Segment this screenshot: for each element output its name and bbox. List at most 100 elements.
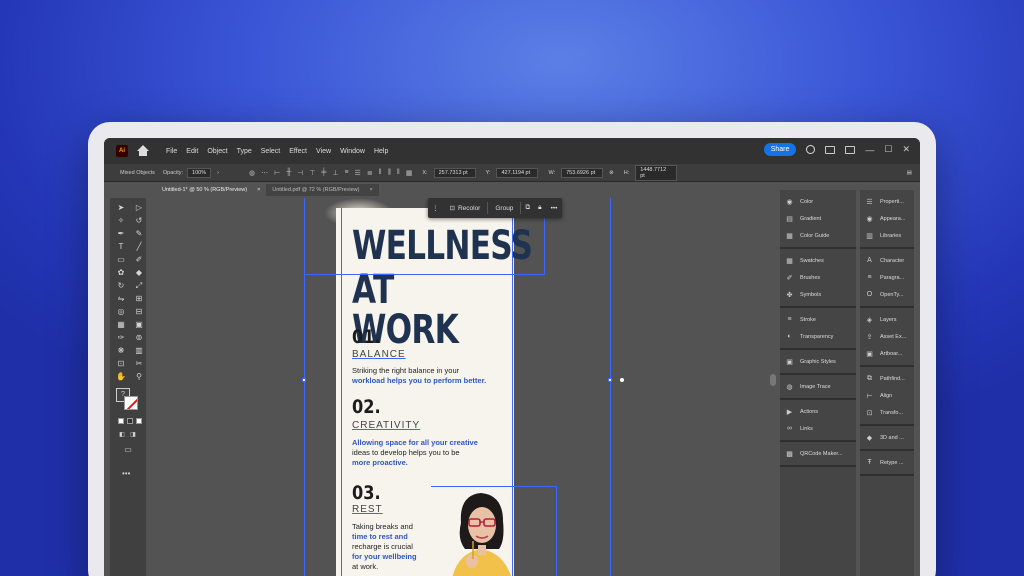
tab-close-icon[interactable]: × [257,187,260,193]
panel-properties[interactable]: ☰ Properti... [860,193,914,210]
distribute-left-icon[interactable]: ‖ [379,169,382,177]
shape-builder-icon[interactable]: ◎ [116,306,126,317]
align-center-icon[interactable]: ╫ [286,169,291,177]
scale-tool-icon[interactable]: ⤢ [134,280,144,291]
panel-links[interactable]: ∞ Links [780,420,856,437]
canvas[interactable]: WELLNESS AT WORK 01. BALANCE Striking th… [156,198,776,576]
opacity-field[interactable]: 100% [187,167,212,178]
panel-actions[interactable]: ▶ Actions [780,403,856,420]
section-title[interactable]: CREATIVITY [352,420,420,431]
menu-object[interactable]: Object [207,148,227,155]
panel-3d[interactable]: ◆ 3D and ... [860,429,914,446]
gradient-swatch[interactable] [127,418,133,424]
panel-opentype[interactable]: O OpenTy... [860,286,914,303]
y-field[interactable]: 427.1194 pt [496,167,539,178]
section-title[interactable]: BALANCE [352,349,406,360]
recolor-icon[interactable]: ◍ [249,169,255,177]
blend-tool-icon[interactable]: ⊚ [134,332,144,343]
menu-help[interactable]: Help [374,148,388,155]
rotate-tool-icon[interactable]: ↻ [116,280,126,291]
panel-appearance[interactable]: ◉ Appeara... [860,210,914,227]
none-swatch[interactable] [136,418,142,424]
stroke-swatch[interactable] [124,396,138,410]
group-button[interactable]: Group [488,198,520,218]
minimize-icon[interactable]: — [865,145,874,155]
draw-behind-icon[interactable]: ◨ [129,430,137,438]
panel-gradient[interactable]: ▤ Gradient [780,210,856,227]
panel-retype[interactable]: Ŧ Retype ... [860,454,914,471]
panel-layers[interactable]: ◈ Layers [860,311,914,328]
slice-tool-icon[interactable]: ✂ [134,358,144,369]
distribute-icon[interactable]: ⋯ [261,169,268,177]
menu-file[interactable]: File [166,148,177,155]
panel-color-guide[interactable]: ▦ Color Guide [780,227,856,244]
section-body[interactable]: Allowing space for all your creative ide… [352,438,502,468]
share-button[interactable]: Share [763,143,797,156]
line-tool-icon[interactable]: ╱ [134,241,144,252]
hand-tool-icon[interactable]: ✋ [116,371,126,382]
section-body[interactable]: Taking breaks and time to rest and recha… [352,522,432,572]
chevron-right-icon[interactable]: › [217,170,219,176]
paintbrush-icon[interactable]: ✐ [134,254,144,265]
panel-graphic-styles[interactable]: ▣ Graphic Styles [780,353,856,370]
menu-edit[interactable]: Edit [186,148,198,155]
menu-select[interactable]: Select [261,148,280,155]
distribute-right-icon[interactable]: ‖ [397,169,400,177]
search-icon[interactable] [806,145,816,154]
section-number[interactable]: 01. [352,326,381,348]
panel-symbols[interactable]: ✤ Symbols [780,286,856,303]
height-field[interactable]: 1448.7712 pt [635,164,678,181]
arrange-documents-icon[interactable] [825,145,836,154]
tab-close-icon[interactable]: × [369,187,372,193]
panel-paragraph[interactable]: ≡ Paragra... [860,269,914,286]
panel-swatches[interactable]: ▦ Swatches [780,252,856,269]
woman-photo[interactable] [431,483,531,576]
panel-align[interactable]: ⊢ Align [860,387,914,404]
align-left-icon[interactable]: ⊢ [274,169,280,177]
pen-tool-icon[interactable]: ✒ [116,228,126,239]
more-options-button[interactable]: ••• [546,198,563,218]
direct-selection-tool-icon[interactable]: ▷ [134,202,144,213]
home-icon[interactable] [136,145,150,157]
selection-handle[interactable] [608,378,612,382]
link-icon[interactable]: ⊗ [609,170,614,176]
section-number[interactable]: 03. [352,482,381,504]
distribute-hcenter-icon[interactable]: ⫼ [388,169,391,177]
panel-libraries[interactable]: ▥ Libraries [860,227,914,244]
panel-artboards[interactable]: ▣ Artboar... [860,345,914,362]
x-field[interactable]: 257.7313 pt [433,167,476,178]
distribute-top-icon[interactable]: ≡ [344,169,348,177]
panel-stroke[interactable]: ≡ Stroke [780,311,856,328]
gradient-tool-icon[interactable]: ▣ [134,319,144,330]
drag-handle-icon[interactable]: ⋮ [428,198,443,218]
panel-options-icon[interactable]: ▤ [907,170,912,176]
column-graph-icon[interactable]: ▥ [134,345,144,356]
menu-effect[interactable]: Effect [289,148,307,155]
panel-image-trace[interactable]: ◍ Image Trace [780,378,856,395]
section-title[interactable]: REST [352,504,383,515]
close-icon[interactable]: ✕ [902,144,910,155]
poster-title-line1[interactable]: WELLNESS [352,226,533,266]
reference-point-icon[interactable]: ▦ [406,169,413,177]
panel-brushes[interactable]: ✐ Brushes [780,269,856,286]
distribute-bottom-icon[interactable]: ≣ [367,169,373,177]
screen-mode-icon[interactable]: ▭ [122,444,134,455]
mesh-tool-icon[interactable]: ▦ [116,319,126,330]
artboard-tool-icon[interactable]: ⊡ [116,358,126,369]
maximize-icon[interactable]: ☐ [884,144,892,155]
panel-transparency[interactable]: ◐ Transparency [780,328,856,345]
panel-asset-export[interactable]: ⇪ Asset Ex... [860,328,914,345]
selection-handle[interactable] [302,378,306,382]
recolor-button[interactable]: ⊡ Recolor [443,198,488,218]
tab-untitled-pdf[interactable]: Untitled.pdf @ 72 % (RGB/Preview) × [266,184,379,196]
eyedropper-icon[interactable]: ✑ [116,332,126,343]
zoom-tool-icon[interactable]: ⚲ [134,371,144,382]
panel-transform[interactable]: ⊡ Transfo... [860,404,914,421]
rectangle-tool-icon[interactable]: ▭ [116,254,126,265]
symbol-sprayer-icon[interactable]: ❋ [116,345,126,356]
width-field[interactable]: 753.6926 pt [561,167,604,178]
selection-tool-icon[interactable]: ➤ [116,202,126,213]
tab-untitled-1[interactable]: Untitled-1* @ 50 % (RGB/Preview) × [156,184,267,196]
distribute-center-icon[interactable]: ☰ [355,169,361,177]
align-bottom-icon[interactable]: ⊥ [332,169,338,177]
